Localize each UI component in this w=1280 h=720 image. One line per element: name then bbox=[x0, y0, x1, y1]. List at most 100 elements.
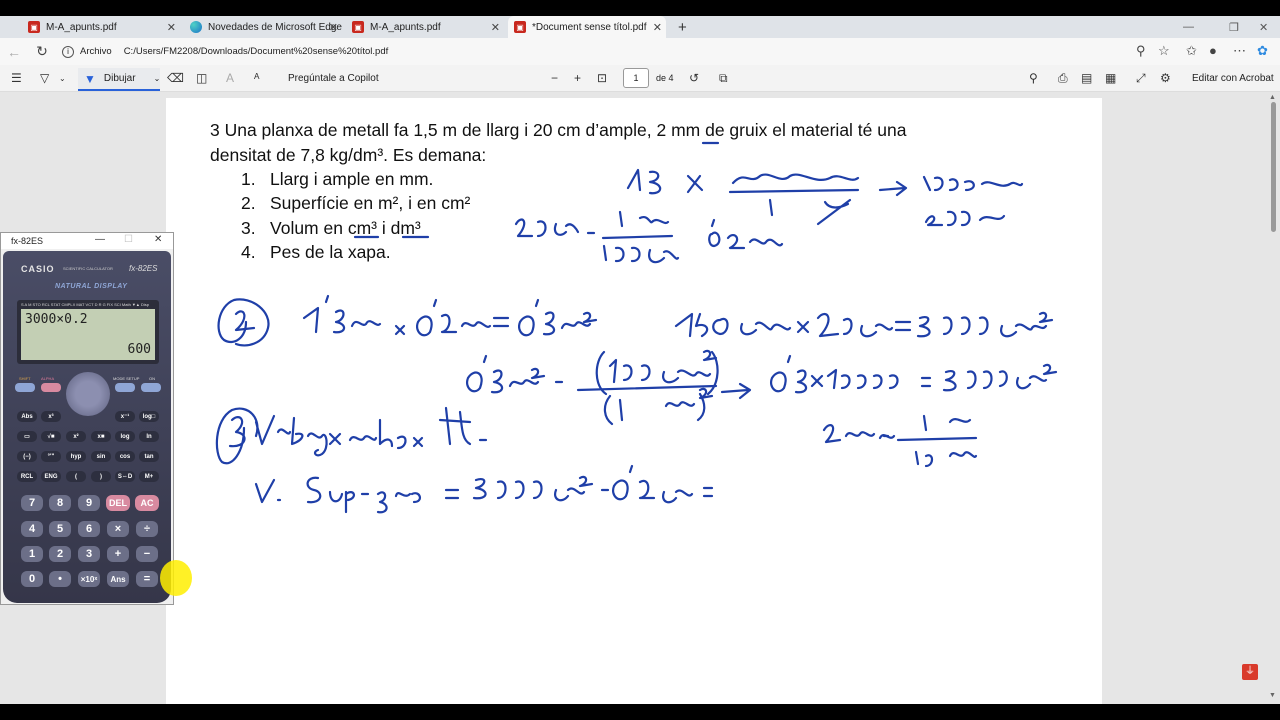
negative-key[interactable]: (−) bbox=[17, 451, 37, 462]
key-6[interactable]: 6 bbox=[78, 521, 100, 537]
del-key[interactable]: DEL bbox=[106, 495, 130, 511]
new-tab-button[interactable]: + bbox=[678, 16, 687, 38]
page-view-icon[interactable]: ⧉ bbox=[719, 71, 728, 86]
search-icon[interactable]: ⚲ bbox=[1029, 71, 1038, 85]
favorite-star-icon[interactable]: ☆ bbox=[1158, 43, 1170, 59]
save-icon[interactable]: ▤ bbox=[1081, 71, 1092, 85]
tab-ma-apunts-2[interactable]: ▣ M-A_apunts.pdf ✕ bbox=[346, 16, 504, 38]
key-3[interactable]: 3 bbox=[78, 546, 100, 562]
inverse-key[interactable]: x⁻¹ bbox=[115, 411, 135, 422]
minus-key[interactable]: − bbox=[136, 546, 158, 562]
mode-key[interactable] bbox=[115, 383, 135, 392]
rcl-key[interactable]: RCL bbox=[17, 471, 37, 482]
page-number-input[interactable]: 1 bbox=[623, 68, 649, 88]
save-as-icon[interactable]: ▦ bbox=[1105, 71, 1116, 85]
expand-icon[interactable]: ⤢ bbox=[1136, 71, 1146, 86]
eng-key[interactable]: ENG bbox=[41, 471, 61, 482]
shift-key[interactable] bbox=[15, 383, 35, 392]
abs-key[interactable]: Abs bbox=[17, 411, 37, 422]
sqrt-key[interactable]: √■ bbox=[41, 431, 61, 442]
more-menu-icon[interactable]: ⋯ bbox=[1233, 43, 1246, 59]
multiply-key[interactable]: × bbox=[107, 521, 129, 537]
close-icon[interactable]: ✕ bbox=[329, 21, 338, 34]
degree-key[interactable]: °'" bbox=[41, 451, 61, 462]
close-icon[interactable]: ✕ bbox=[154, 234, 162, 245]
profile-avatar[interactable]: ● bbox=[1209, 43, 1217, 58]
zoom-out-icon[interactable]: − bbox=[551, 71, 558, 85]
tab-document-active[interactable]: ▣ *Document sense títol.pdf ✕ bbox=[508, 16, 666, 38]
cube-key[interactable]: x³ bbox=[41, 411, 61, 422]
close-paren-key[interactable]: ) bbox=[91, 471, 111, 482]
tab-edge-news[interactable]: Novedades de Microsoft Edge ✕ bbox=[184, 16, 342, 38]
maximize-icon[interactable]: ☐ bbox=[124, 234, 133, 245]
read-aloud-icon[interactable]: ᴬ bbox=[254, 71, 259, 85]
calculator-titlebar[interactable]: fx-82ES — ☐ ✕ bbox=[1, 233, 173, 249]
chevron-down-icon[interactable]: ⌄ bbox=[154, 74, 161, 83]
ac-key[interactable]: AC bbox=[135, 495, 159, 511]
eraser-icon[interactable]: ⌫ bbox=[167, 71, 184, 85]
highlight-icon[interactable]: ▽ bbox=[40, 71, 49, 85]
calculator-window[interactable]: fx-82ES — ☐ ✕ CASIO SCIENTIFIC CALCULATO… bbox=[0, 232, 174, 605]
url-field[interactable]: i Archivo C:/Users/FM2208/Downloads/Docu… bbox=[62, 45, 388, 58]
logbase-key[interactable]: log□ bbox=[139, 411, 159, 422]
zoom-icon[interactable]: ⚲ bbox=[1136, 43, 1146, 59]
fraction-key[interactable]: ▭ bbox=[17, 431, 37, 442]
ln-key[interactable]: ln bbox=[139, 431, 159, 442]
cos-key[interactable]: cos bbox=[115, 451, 135, 462]
on-key[interactable] bbox=[141, 383, 161, 392]
tan-key[interactable]: tan bbox=[139, 451, 159, 462]
close-icon[interactable]: ✕ bbox=[653, 21, 662, 34]
edit-acrobat-button[interactable]: Editar con Acrobat bbox=[1192, 73, 1274, 84]
rotate-icon[interactable]: ↺ bbox=[689, 71, 699, 85]
open-paren-key[interactable]: ( bbox=[66, 471, 86, 482]
replay-dpad[interactable] bbox=[66, 372, 110, 416]
square-key[interactable]: x² bbox=[66, 431, 86, 442]
gear-icon[interactable]: ⚙ bbox=[1160, 71, 1171, 85]
key-1[interactable]: 1 bbox=[21, 546, 43, 562]
favorites-icon[interactable]: ✩ bbox=[1186, 43, 1197, 59]
key-9[interactable]: 9 bbox=[78, 495, 100, 511]
fit-page-icon[interactable]: ⊡ bbox=[597, 71, 607, 85]
sd-key[interactable]: S⇔D bbox=[115, 471, 135, 482]
ans-key[interactable]: Ans bbox=[107, 571, 129, 587]
power-key[interactable]: x■ bbox=[91, 431, 111, 442]
minimize-icon[interactable]: — bbox=[95, 234, 105, 245]
copilot-icon[interactable]: ✿ bbox=[1257, 43, 1268, 59]
chevron-down-icon[interactable]: ⌄ bbox=[59, 74, 66, 83]
vertical-scrollbar[interactable]: ▲ ▼ bbox=[1268, 92, 1278, 704]
key-2[interactable]: 2 bbox=[49, 546, 71, 562]
contents-icon[interactable]: ☰ bbox=[11, 71, 22, 85]
back-icon[interactable]: ← bbox=[0, 44, 28, 60]
close-icon[interactable]: ✕ bbox=[491, 21, 500, 34]
zoom-in-icon[interactable]: + bbox=[574, 71, 581, 85]
scrollbar-thumb[interactable] bbox=[1271, 102, 1276, 232]
restore-icon[interactable]: ❐ bbox=[1229, 16, 1239, 38]
minimize-icon[interactable]: — bbox=[1183, 16, 1194, 38]
scroll-up-icon[interactable]: ▲ bbox=[1269, 94, 1276, 101]
alpha-key[interactable] bbox=[41, 383, 61, 392]
close-icon[interactable]: ✕ bbox=[167, 21, 176, 34]
key-7[interactable]: 7 bbox=[21, 495, 43, 511]
view-icon[interactable]: ◫ bbox=[196, 71, 207, 85]
scroll-down-icon[interactable]: ▼ bbox=[1269, 692, 1276, 699]
print-icon[interactable]: ⎙ bbox=[1058, 71, 1068, 86]
log-key[interactable]: log bbox=[115, 431, 135, 442]
close-window-icon[interactable]: ✕ bbox=[1259, 16, 1268, 38]
info-icon[interactable]: i bbox=[62, 45, 74, 58]
exp10-key[interactable]: ×10ˣ bbox=[78, 571, 100, 587]
refresh-icon[interactable]: ↻ bbox=[28, 43, 56, 60]
divide-key[interactable]: ÷ bbox=[136, 521, 158, 537]
text-icon[interactable]: A bbox=[226, 71, 234, 85]
key-0[interactable]: 0 bbox=[21, 571, 43, 587]
key-4[interactable]: 4 bbox=[21, 521, 43, 537]
key-5[interactable]: 5 bbox=[49, 521, 71, 537]
sin-key[interactable]: sin bbox=[91, 451, 111, 462]
equals-key[interactable]: = bbox=[136, 571, 158, 587]
hyp-key[interactable]: hyp bbox=[66, 451, 86, 462]
mplus-key[interactable]: M+ bbox=[139, 471, 159, 482]
acrobat-icon[interactable]: ⏚ bbox=[1242, 664, 1258, 680]
copilot-ask-button[interactable]: Pregúntale a Copilot bbox=[288, 73, 379, 84]
key-8[interactable]: 8 bbox=[49, 495, 71, 511]
draw-button[interactable]: ▼ Dibujar ⌄ bbox=[78, 68, 160, 91]
plus-key[interactable]: + bbox=[107, 546, 129, 562]
